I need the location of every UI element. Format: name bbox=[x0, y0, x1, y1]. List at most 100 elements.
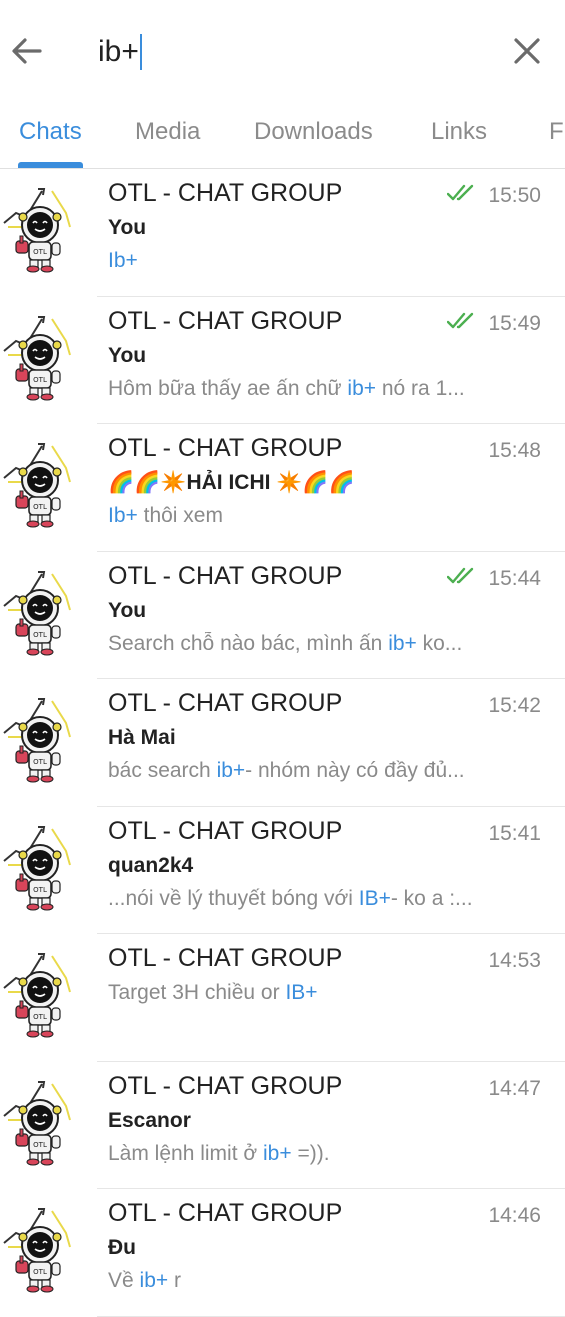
svg-text:OTL: OTL bbox=[33, 1141, 47, 1149]
search-match-highlight: Ib+ bbox=[108, 504, 138, 527]
search-query: ib+ bbox=[98, 35, 139, 68]
chat-title: OTL - CHAT GROUP bbox=[108, 1071, 343, 1100]
svg-text:OTL: OTL bbox=[33, 886, 47, 894]
message-sender: You bbox=[108, 216, 147, 239]
chat-result-row[interactable]: OTL OTL - CHAT GROUP 14:46 Đu Về ib+ r bbox=[0, 1189, 565, 1317]
group-avatar: OTL bbox=[0, 438, 80, 528]
group-avatar: OTL bbox=[0, 1076, 80, 1166]
search-match-highlight: Ib+ bbox=[108, 249, 138, 272]
chat-result-row[interactable]: OTL OTL - CHAT GROUP 14:53 Target 3H chiều… bbox=[0, 934, 565, 1062]
message-sender: You bbox=[108, 598, 147, 622]
preview-text: thôi xem bbox=[137, 504, 223, 527]
message-time: 14:46 bbox=[488, 1204, 541, 1227]
svg-text:OTL: OTL bbox=[33, 1268, 47, 1276]
active-tab-indicator bbox=[18, 162, 83, 168]
preview-text: Search chỗ nào bác, mình ấn bbox=[108, 631, 389, 655]
message-time: 14:47 bbox=[488, 1076, 541, 1100]
message-time: 15:50 bbox=[488, 184, 541, 207]
message-sender: Đu bbox=[108, 1236, 136, 1259]
row-divider bbox=[97, 1315, 565, 1317]
read-double-check-icon bbox=[446, 566, 479, 586]
svg-text:OTL: OTL bbox=[33, 758, 47, 766]
message-sender: quan2k4 bbox=[108, 853, 194, 877]
search-tabs: Chats Media Downloads Links F bbox=[0, 104, 565, 169]
preview-text: nó ra 1... bbox=[376, 376, 465, 400]
chat-title: OTL - CHAT GROUP bbox=[108, 944, 343, 972]
back-arrow-icon[interactable] bbox=[8, 32, 46, 70]
chat-result-row[interactable]: OTL OTL - CHAT GROUP 15:44 You Search chỗ … bbox=[0, 552, 565, 679]
preview-text: Về bbox=[108, 1269, 140, 1292]
search-input[interactable]: ib+ bbox=[98, 30, 142, 74]
chat-title: OTL - CHAT GROUP bbox=[108, 179, 343, 207]
preview-text: - nhóm này có đầy đủ... bbox=[245, 759, 465, 782]
message-sender: Escanor bbox=[108, 1108, 191, 1132]
chat-result-row[interactable]: OTL OTL - CHAT GROUP 15:50 You Ib+ bbox=[0, 169, 565, 297]
group-avatar: OTL bbox=[0, 821, 80, 911]
read-double-check-icon bbox=[446, 183, 479, 203]
tab-files[interactable]: F bbox=[549, 118, 564, 146]
tab-links[interactable]: Links bbox=[431, 118, 487, 146]
search-results-list: OTL OTL - CHAT GROUP 15:50 You Ib+ OTL OTL… bbox=[0, 169, 565, 1317]
search-match-highlight: IB+ bbox=[285, 981, 318, 1004]
chat-title: OTL - CHAT GROUP bbox=[108, 561, 343, 590]
svg-text:OTL: OTL bbox=[33, 376, 47, 384]
chat-result-row[interactable]: OTL OTL - CHAT GROUP 15:48 🌈🌈✴️HẢI ICHI ✴️… bbox=[0, 424, 565, 552]
message-time: 15:44 bbox=[488, 566, 541, 590]
message-preview: Ib+ thôi xem bbox=[108, 504, 518, 528]
chat-title: OTL - CHAT GROUP bbox=[108, 816, 343, 845]
chat-result-row[interactable]: OTL OTL - CHAT GROUP 15:49 You Hôm bữa thấ… bbox=[0, 297, 565, 424]
preview-text: Target 3H chiều or bbox=[108, 981, 286, 1004]
preview-text: Làm lệnh limit ở bbox=[108, 1141, 263, 1165]
text-cursor bbox=[139, 34, 142, 70]
chat-title: OTL - CHAT GROUP bbox=[108, 1199, 343, 1227]
message-sender: Hà Mai bbox=[108, 726, 176, 749]
preview-text: r bbox=[168, 1269, 181, 1292]
preview-text: - ko a :... bbox=[390, 886, 473, 910]
preview-text: =)). bbox=[291, 1141, 330, 1165]
message-preview: ...nói về lý thuyết bóng với IB+- ko a :… bbox=[108, 887, 518, 911]
group-avatar: OTL bbox=[0, 566, 80, 656]
group-avatar: OTL bbox=[0, 693, 80, 783]
message-preview: Làm lệnh limit ở ib+ =)). bbox=[108, 1142, 518, 1166]
tab-chats[interactable]: Chats bbox=[19, 118, 82, 146]
chat-result-row[interactable]: OTL OTL - CHAT GROUP 14:47 Escanor Làm lệnh… bbox=[0, 1062, 565, 1189]
chat-title: OTL - CHAT GROUP bbox=[108, 306, 343, 335]
search-match-highlight: ib+ bbox=[347, 376, 377, 400]
chat-result-row[interactable]: OTL OTL - CHAT GROUP 15:42 Hà Mai bác searc… bbox=[0, 679, 565, 807]
message-time: 15:42 bbox=[488, 694, 541, 717]
message-time: 15:48 bbox=[488, 439, 541, 462]
group-avatar: OTL bbox=[0, 183, 80, 273]
search-match-highlight: ib+ bbox=[388, 631, 417, 655]
search-header: ib+ bbox=[0, 0, 565, 104]
message-preview: Target 3H chiều or IB+ bbox=[108, 981, 518, 1005]
svg-text:OTL: OTL bbox=[33, 503, 47, 511]
search-match-highlight: ib+ bbox=[263, 1141, 292, 1165]
svg-text:OTL: OTL bbox=[33, 631, 47, 639]
message-preview: Search chỗ nào bác, mình ấn ib+ ko... bbox=[108, 632, 518, 656]
preview-text: ...nói về lý thuyết bóng với bbox=[108, 886, 359, 910]
preview-text: Hôm bữa thấy ae ấn chữ bbox=[108, 376, 348, 400]
chat-title: OTL - CHAT GROUP bbox=[108, 689, 343, 717]
search-match-highlight: ib+ bbox=[139, 1269, 169, 1292]
message-preview: bác search ib+- nhóm này có đầy đủ... bbox=[108, 759, 518, 783]
message-preview: Hôm bữa thấy ae ấn chữ ib+ nó ra 1... bbox=[108, 377, 518, 401]
group-avatar: OTL bbox=[0, 948, 80, 1038]
chat-result-row[interactable]: OTL OTL - CHAT GROUP 15:41 quan2k4 ...nói v… bbox=[0, 807, 565, 934]
tab-downloads[interactable]: Downloads bbox=[254, 118, 373, 146]
message-time: 15:41 bbox=[488, 821, 541, 845]
chat-title: OTL - CHAT GROUP bbox=[108, 434, 343, 462]
svg-text:OTL: OTL bbox=[33, 1013, 47, 1021]
read-double-check-icon bbox=[446, 311, 479, 331]
preview-text: ko... bbox=[416, 631, 463, 655]
message-preview: Ib+ bbox=[108, 249, 518, 273]
message-sender: You bbox=[108, 343, 147, 367]
svg-text:OTL: OTL bbox=[33, 248, 47, 256]
message-time: 15:49 bbox=[488, 311, 541, 335]
search-match-highlight: ib+ bbox=[216, 759, 246, 782]
search-match-highlight: IB+ bbox=[358, 886, 391, 910]
preview-text: bác search bbox=[108, 759, 217, 782]
group-avatar: OTL bbox=[0, 311, 80, 401]
message-sender: 🌈🌈✴️HẢI ICHI ✴️🌈🌈 bbox=[108, 471, 355, 494]
tab-media[interactable]: Media bbox=[135, 118, 200, 146]
close-icon[interactable] bbox=[508, 32, 546, 70]
